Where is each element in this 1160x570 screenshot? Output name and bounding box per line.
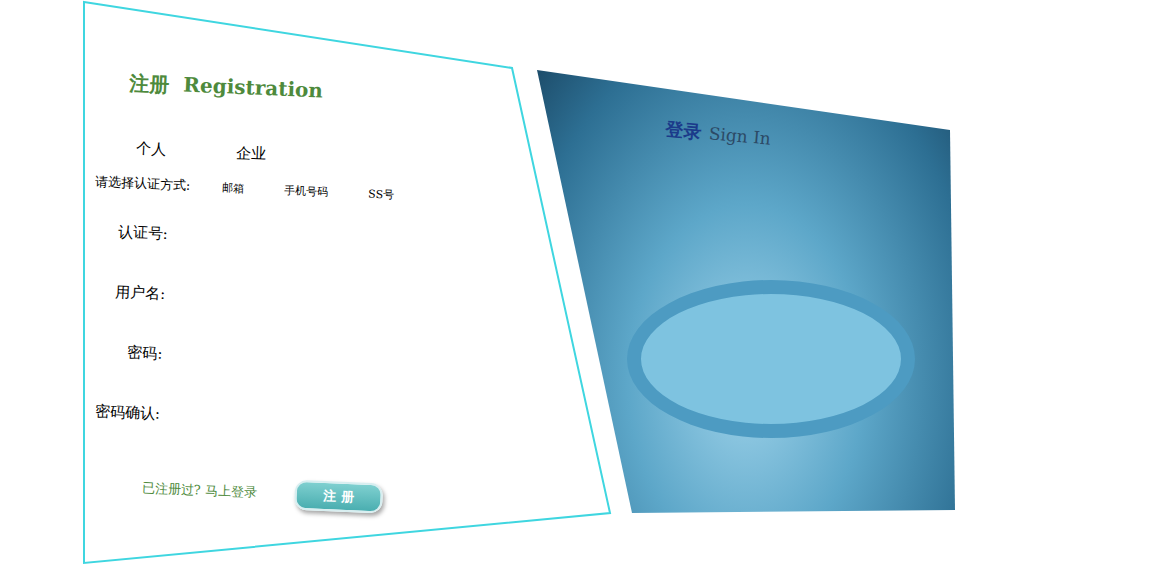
gear-shape xyxy=(627,280,915,438)
account-type-option[interactable]: 个人 xyxy=(136,139,167,159)
login-link[interactable]: 已注册过? 马上登录 xyxy=(141,479,257,502)
field-input[interactable] xyxy=(173,282,408,316)
registration-title: 注册 Registration xyxy=(129,70,607,118)
form-field: 认证号: xyxy=(122,220,600,265)
sign-in-subtitle: Sign In xyxy=(708,123,771,148)
field-label: 密码确认: xyxy=(65,400,161,423)
auth-method-option[interactable]: SS号 xyxy=(368,187,395,203)
account-type-group: 个人 企业 xyxy=(136,139,603,178)
title-text: 注册 xyxy=(129,70,170,99)
field-label: 用户名: xyxy=(70,280,166,303)
account-type-option[interactable]: 企业 xyxy=(236,144,267,164)
field-label: 认证号: xyxy=(73,220,169,243)
page: 注册 Registration 个人企业 请选择认证方式: 邮箱手机号码SS号 … xyxy=(0,0,1160,570)
registration-form: 注册 Registration 个人企业 请选择认证方式: 邮箱手机号码SS号 … xyxy=(61,0,609,523)
register-button[interactable]: 注 册 xyxy=(294,480,383,514)
form-field: 密码: xyxy=(117,340,595,385)
auth-method-row: 请选择认证方式: 邮箱 手机号码 SS号 xyxy=(95,173,602,213)
field-list: 认证号: 用户名: 密码: 密码确认: xyxy=(115,220,600,445)
auth-method-option[interactable]: 手机号码 xyxy=(284,183,329,200)
sign-in-link[interactable]: 登录 Sign In xyxy=(664,117,772,150)
field-input[interactable] xyxy=(167,402,402,436)
field-input[interactable] xyxy=(175,222,410,256)
auth-prompt: 请选择认证方式: xyxy=(95,173,191,195)
form-field: 用户名: xyxy=(120,280,598,325)
sign-in-title: 登录 xyxy=(664,117,702,144)
form-field: 密码确认: xyxy=(115,400,593,445)
field-label: 密码: xyxy=(67,340,163,363)
title-subtext: Registration xyxy=(183,72,324,105)
field-input[interactable] xyxy=(170,342,405,376)
business-photo: 登录 Sign In xyxy=(537,70,955,513)
auth-method-option[interactable]: 邮箱 xyxy=(222,180,245,196)
registration-panel: 注册 Registration 个人企业 请选择认证方式: 邮箱手机号码SS号 … xyxy=(83,0,610,568)
